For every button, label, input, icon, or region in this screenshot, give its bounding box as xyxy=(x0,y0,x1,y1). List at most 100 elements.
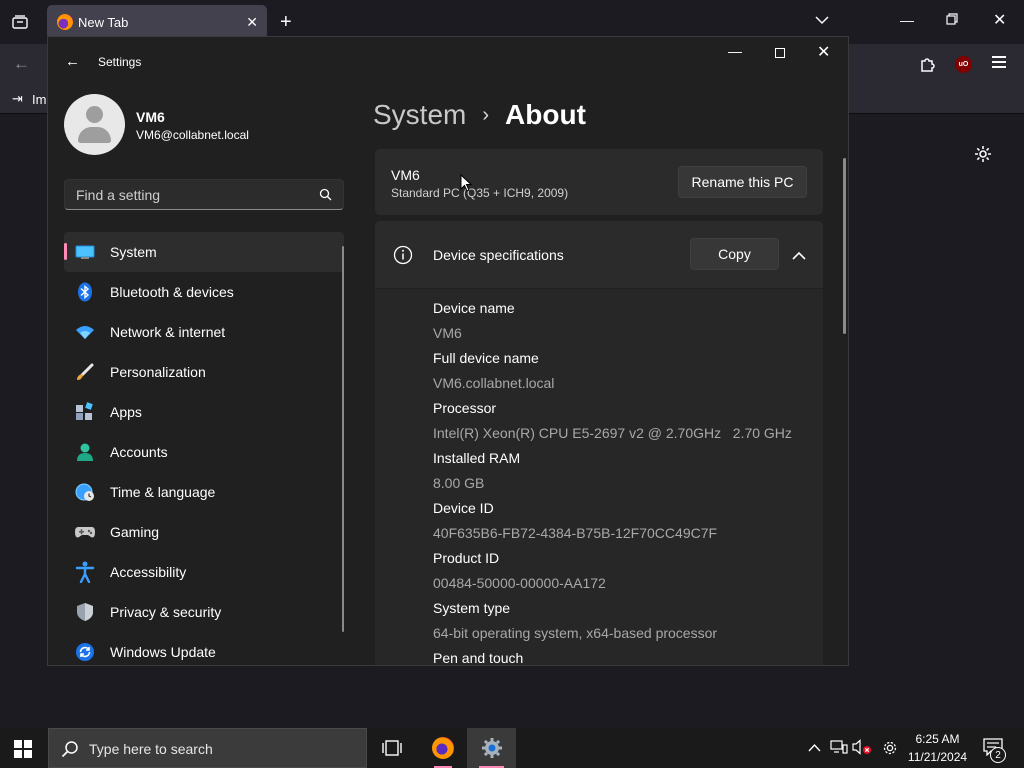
spec-value[interactable]: 40F635B6-FB72-4384-B75B-12F70CC49C7F xyxy=(433,525,717,541)
nav-item-time-language[interactable]: Time & language xyxy=(64,472,344,512)
settings-back-icon[interactable]: ← xyxy=(65,53,80,70)
taskbar-settings-button[interactable] xyxy=(467,728,516,768)
show-hidden-icons-chevron-icon[interactable] xyxy=(808,739,821,757)
settings-maximize-button[interactable] xyxy=(775,48,785,58)
chevron-up-icon[interactable] xyxy=(792,247,806,265)
nav-item-windows-update[interactable]: Windows Update xyxy=(64,632,344,665)
new-tab-button[interactable]: + xyxy=(280,11,292,33)
nav-item-gaming[interactable]: Gaming xyxy=(64,512,344,552)
taskbar-firefox-button[interactable] xyxy=(420,728,465,768)
import-icon[interactable]: ⇥ xyxy=(12,91,23,107)
nav-label: Apps xyxy=(110,404,142,420)
tray-settings-gear-icon[interactable] xyxy=(881,739,899,762)
browser-close-button[interactable]: ✕ xyxy=(993,10,1006,30)
nav-label: Bluetooth & devices xyxy=(110,284,234,300)
nav-item-accessibility[interactable]: Accessibility xyxy=(64,552,344,592)
find-setting-input[interactable]: Find a setting xyxy=(64,179,344,210)
user-name: VM6 xyxy=(136,109,165,125)
windows-update-icon xyxy=(74,641,96,663)
nav-item-privacy-security[interactable]: Privacy & security xyxy=(64,592,344,632)
device-specifications-list: Device name VM6 Full device name VM6.col… xyxy=(375,289,823,665)
clock-time[interactable]: 6:25 AM xyxy=(900,732,975,746)
gaming-icon xyxy=(74,521,96,543)
spec-label: Installed RAM xyxy=(433,450,521,466)
notification-count-badge: 2 xyxy=(990,747,1006,763)
rename-pc-button[interactable]: Rename this PC xyxy=(678,166,807,198)
newtab-settings-gear-icon[interactable] xyxy=(973,144,993,169)
spec-label: Device name xyxy=(433,300,515,316)
search-icon[interactable] xyxy=(319,188,332,206)
taskbar-search-placeholder: Type here to search xyxy=(89,741,213,757)
volume-muted-icon[interactable] xyxy=(852,739,872,760)
tab-overview-icon[interactable] xyxy=(8,10,32,34)
spec-value[interactable]: VM6 xyxy=(433,325,462,341)
settings-window: ← Settings — ✕ VM6 VM6@collabnet.local F… xyxy=(47,36,849,666)
hamburger-menu-icon[interactable] xyxy=(992,56,1006,71)
mouse-cursor-icon xyxy=(460,173,473,197)
settings-gear-icon xyxy=(481,737,503,764)
accessibility-icon xyxy=(74,561,96,583)
spec-value[interactable]: 64-bit operating system, x64-based proce… xyxy=(433,625,717,641)
user-email: VM6@collabnet.local xyxy=(136,128,249,142)
nav-label: System xyxy=(110,244,157,260)
spec-label: Product ID xyxy=(433,550,500,566)
user-avatar[interactable] xyxy=(64,94,125,155)
pc-model: Standard PC (Q35 + ICH9, 2009) xyxy=(391,186,569,200)
pc-name: VM6 xyxy=(391,167,420,183)
browser-minimize-button[interactable]: — xyxy=(900,12,914,28)
time-language-icon xyxy=(74,481,96,503)
settings-close-button[interactable]: ✕ xyxy=(817,42,830,62)
nav-item-bluetooth[interactable]: Bluetooth & devices xyxy=(64,272,344,312)
search-icon xyxy=(61,740,79,763)
network-icon xyxy=(74,321,96,343)
system-icon xyxy=(74,241,96,263)
spec-label: Processor xyxy=(433,400,497,416)
device-specifications-title: Device specifications xyxy=(433,247,564,263)
network-status-icon[interactable] xyxy=(830,739,848,760)
task-view-icon[interactable] xyxy=(382,740,402,761)
ublock-icon[interactable]: uO xyxy=(955,56,972,73)
pc-info-card: VM6 Standard PC (Q35 + ICH9, 2009) Renam… xyxy=(375,149,823,215)
nav-item-personalization[interactable]: Personalization xyxy=(64,352,344,392)
nav-label: Gaming xyxy=(110,524,160,540)
content-scrollbar[interactable] xyxy=(843,158,846,334)
spec-value[interactable]: 8.00 GB xyxy=(433,475,484,491)
nav-scrollbar[interactable] xyxy=(342,246,344,632)
settings-window-title: Settings xyxy=(98,55,142,69)
page-title: About xyxy=(505,99,586,130)
firefox-icon xyxy=(432,737,454,759)
list-tabs-icon[interactable] xyxy=(815,12,829,30)
nav-label: Privacy & security xyxy=(110,604,222,620)
nav-item-apps[interactable]: Apps xyxy=(64,392,344,432)
browser-restore-button[interactable] xyxy=(946,12,958,30)
settings-nav: System Bluetooth & devices Network & int… xyxy=(64,232,344,665)
copy-button[interactable]: Copy xyxy=(690,238,779,270)
settings-minimize-button[interactable]: — xyxy=(728,43,742,59)
nav-item-accounts[interactable]: Accounts xyxy=(64,432,344,472)
browser-tab[interactable]: New Tab ✕ xyxy=(47,5,267,39)
close-tab-icon[interactable]: ✕ xyxy=(246,14,258,30)
spec-value[interactable]: Intel(R) Xeon(R) CPU E5-2697 v2 @ 2.70GH… xyxy=(433,425,792,441)
breadcrumb-system-link[interactable]: System xyxy=(373,99,466,131)
browser-tab-title: New Tab xyxy=(78,15,129,30)
taskbar-search-box[interactable]: Type here to search xyxy=(48,728,367,768)
nav-label: Network & internet xyxy=(110,324,226,340)
bluetooth-icon xyxy=(74,281,96,303)
privacy-shield-icon xyxy=(74,601,96,623)
extensions-icon[interactable] xyxy=(918,54,938,79)
nav-label: Windows Update xyxy=(110,644,216,660)
clock-date[interactable]: 11/21/2024 xyxy=(900,750,975,764)
personalization-icon xyxy=(74,361,96,383)
spec-value[interactable]: VM6.collabnet.local xyxy=(433,375,554,391)
nav-label: Accounts xyxy=(110,444,168,460)
accounts-icon xyxy=(74,441,96,463)
back-arrow-icon[interactable]: ← xyxy=(13,54,30,74)
windows-start-icon[interactable] xyxy=(14,740,32,758)
breadcrumb: System › About xyxy=(373,95,586,135)
chevron-right-icon: › xyxy=(482,103,490,126)
device-specifications-header[interactable]: Device specifications Copy xyxy=(375,221,823,288)
firefox-icon xyxy=(57,14,73,30)
nav-item-network[interactable]: Network & internet xyxy=(64,312,344,352)
nav-item-system[interactable]: System xyxy=(64,232,344,272)
spec-value[interactable]: 00484-50000-00000-AA172 xyxy=(433,575,606,591)
